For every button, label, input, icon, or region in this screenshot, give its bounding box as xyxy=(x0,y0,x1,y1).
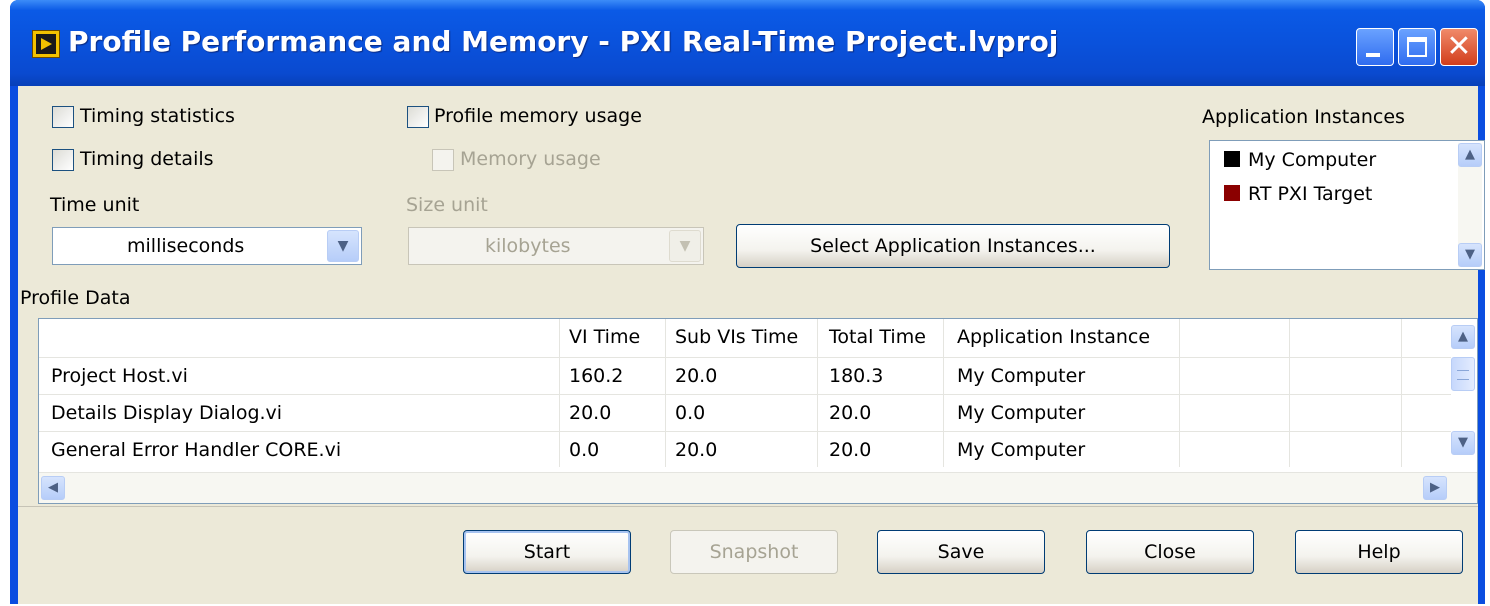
table-cell[interactable]: 20.0 xyxy=(675,439,717,461)
profile-window: Profile Performance and Memory - PXI Rea… xyxy=(10,0,1485,604)
scroll-left-icon[interactable]: ◀ xyxy=(41,476,65,500)
size-unit-label: Size unit xyxy=(406,194,488,216)
vertical-scroll-thumb[interactable] xyxy=(1451,357,1475,391)
table-cell[interactable]: 180.3 xyxy=(829,365,883,387)
table-cell[interactable]: 20.0 xyxy=(829,402,871,424)
column-header[interactable]: Sub VIs Time xyxy=(675,326,798,348)
time-unit-label: Time unit xyxy=(50,194,140,216)
profile-data-table[interactable]: VI Time Sub VIs Time Total Time Applicat… xyxy=(38,318,1478,504)
separator xyxy=(18,506,1478,507)
labview-app-icon xyxy=(32,30,60,58)
column-header[interactable]: Total Time xyxy=(829,326,926,348)
window-title: Profile Performance and Memory - PXI Rea… xyxy=(68,25,1059,58)
chevron-down-icon[interactable]: ▼ xyxy=(669,230,701,262)
row-divider xyxy=(39,431,1451,432)
table-cell[interactable]: 0.0 xyxy=(675,402,705,424)
scroll-down-icon[interactable]: ▼ xyxy=(1451,431,1475,455)
row-divider xyxy=(39,357,1451,358)
column-divider xyxy=(943,319,944,467)
snapshot-button[interactable]: Snapshot xyxy=(670,530,838,574)
list-item-label: RT PXI Target xyxy=(1248,183,1373,205)
maximize-button[interactable] xyxy=(1398,28,1436,66)
timing-statistics-checkbox[interactable] xyxy=(52,106,74,128)
scroll-up-icon[interactable]: ▲ xyxy=(1458,143,1482,167)
column-divider xyxy=(1179,319,1180,467)
memory-usage-checkbox[interactable] xyxy=(432,149,454,171)
title-bar[interactable]: Profile Performance and Memory - PXI Rea… xyxy=(10,0,1485,86)
table-cell[interactable]: My Computer xyxy=(957,365,1085,387)
start-button[interactable]: Start xyxy=(463,530,631,574)
column-header[interactable]: Application Instance xyxy=(957,326,1150,348)
color-swatch xyxy=(1224,185,1240,201)
table-cell[interactable]: General Error Handler CORE.vi xyxy=(51,439,341,461)
close-icon: ✕ xyxy=(1446,29,1472,64)
table-cell[interactable]: 20.0 xyxy=(829,439,871,461)
select-application-instances-button[interactable]: Select Application Instances... xyxy=(736,224,1170,268)
profile-memory-usage-label: Profile memory usage xyxy=(434,105,642,127)
row-divider xyxy=(39,394,1451,395)
time-unit-value: milliseconds xyxy=(127,235,245,257)
table-cell[interactable]: 160.2 xyxy=(569,365,623,387)
column-divider xyxy=(817,319,818,467)
scroll-up-icon[interactable]: ▲ xyxy=(1451,325,1475,349)
table-cell[interactable]: 0.0 xyxy=(569,439,599,461)
table-cell[interactable]: 20.0 xyxy=(569,402,611,424)
timing-details-label: Timing details xyxy=(80,148,214,170)
scroll-down-icon[interactable]: ▼ xyxy=(1458,243,1482,267)
color-swatch xyxy=(1224,151,1240,167)
minimize-button[interactable] xyxy=(1356,28,1394,66)
profile-data-label: Profile Data xyxy=(20,287,131,309)
close-window-button[interactable]: ✕ xyxy=(1440,28,1478,66)
save-button[interactable]: Save xyxy=(877,530,1045,574)
column-divider xyxy=(665,319,666,467)
instances-scrollbar[interactable]: ▲ ▼ xyxy=(1458,143,1482,267)
list-item[interactable]: My Computer xyxy=(1224,149,1376,171)
application-instances-label: Application Instances xyxy=(1202,106,1405,128)
size-unit-select[interactable]: kilobytes ▼ xyxy=(408,227,704,265)
memory-usage-label: Memory usage xyxy=(460,148,601,170)
maximize-icon xyxy=(1407,37,1427,57)
help-button[interactable]: Help xyxy=(1295,530,1463,574)
dialog-body: Timing statistics Timing details Time un… xyxy=(18,86,1485,604)
minimize-icon xyxy=(1366,53,1380,57)
table-cell[interactable]: My Computer xyxy=(957,439,1085,461)
close-button[interactable]: Close xyxy=(1086,530,1254,574)
list-item-label: My Computer xyxy=(1248,149,1377,171)
timing-details-checkbox[interactable] xyxy=(52,149,74,171)
chevron-down-icon[interactable]: ▼ xyxy=(327,230,359,262)
column-header[interactable]: VI Time xyxy=(569,326,640,348)
table-cell[interactable]: My Computer xyxy=(957,402,1085,424)
list-item[interactable]: RT PXI Target xyxy=(1224,183,1372,205)
timing-statistics-label: Timing statistics xyxy=(80,105,235,127)
column-divider xyxy=(1401,319,1402,467)
profile-memory-usage-checkbox[interactable] xyxy=(407,106,429,128)
application-instances-list[interactable]: My Computer RT PXI Target ▲ ▼ xyxy=(1209,140,1485,270)
column-divider xyxy=(1289,319,1290,467)
horizontal-scrollbar[interactable]: ◀ ▶ xyxy=(39,472,1477,503)
size-unit-value: kilobytes xyxy=(485,235,571,257)
table-cell[interactable]: Details Display Dialog.vi xyxy=(51,402,282,424)
column-divider xyxy=(559,319,560,467)
table-cell[interactable]: Project Host.vi xyxy=(51,365,188,387)
time-unit-select[interactable]: milliseconds ▼ xyxy=(52,227,362,265)
table-cell[interactable]: 20.0 xyxy=(675,365,717,387)
scroll-right-icon[interactable]: ▶ xyxy=(1423,476,1447,500)
